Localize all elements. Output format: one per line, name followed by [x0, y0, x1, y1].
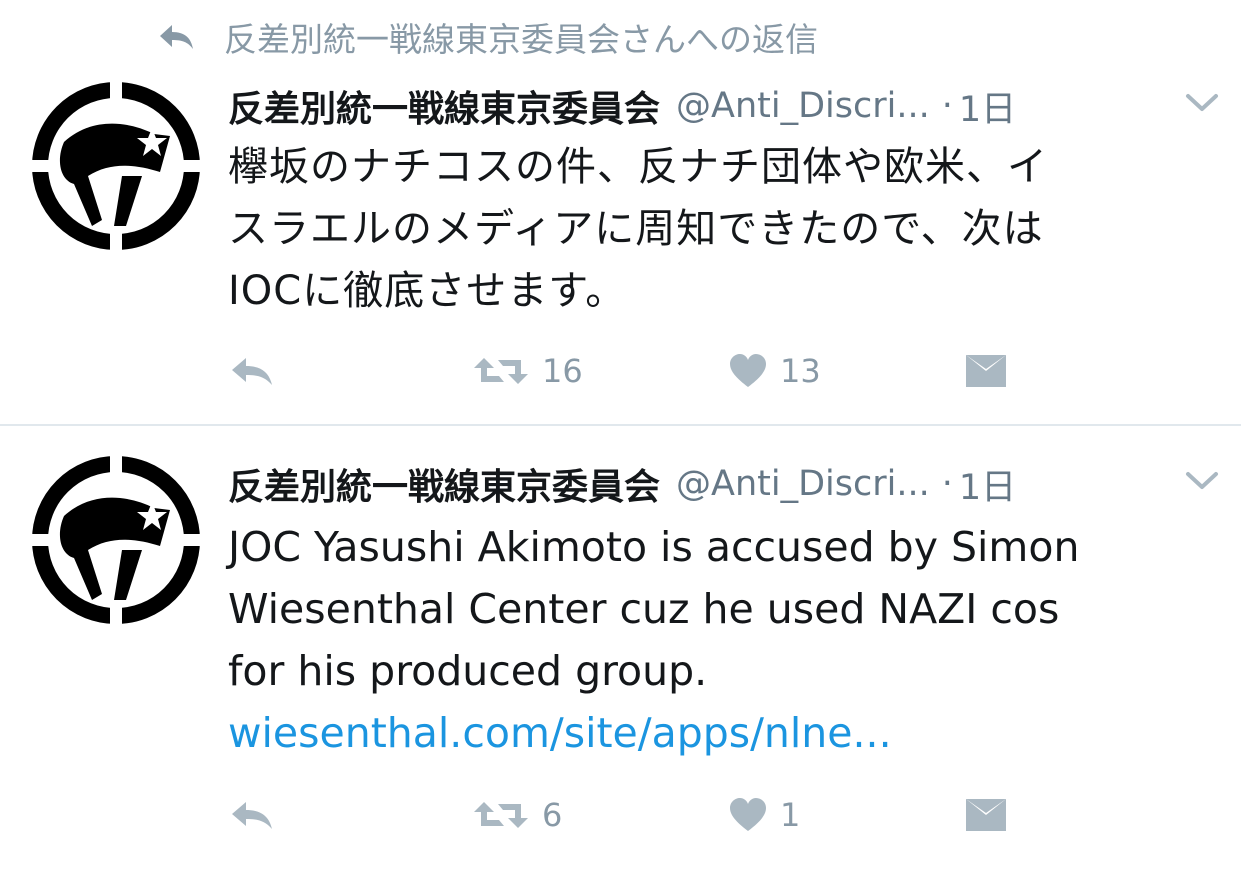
avatar[interactable]	[30, 454, 202, 626]
heart-icon	[730, 798, 766, 831]
like-count: 13	[780, 352, 821, 390]
envelope-icon	[966, 355, 1006, 387]
antifa-logo-icon	[30, 80, 202, 252]
tweet-text-line: JOC Yasushi Akimoto is accused by Simon	[228, 523, 1080, 571]
display-name[interactable]: 反差別統一戦線東京委員会	[228, 80, 660, 132]
retweet-button[interactable]: 16	[472, 346, 583, 396]
antifa-logo-icon	[30, 454, 202, 626]
reply-button[interactable]	[228, 790, 276, 840]
tweet-header: 反差別統一戦線東京委員会 @Anti_Discri... · 1日	[228, 456, 1221, 512]
tweet-text: 欅坂のナチコスの件、反ナチ団体や欧米、イ スラエルのメディアに周知できたので、次…	[228, 136, 1218, 322]
tweet-actions: 6 1	[228, 790, 1028, 840]
reply-context[interactable]: 反差別統一戦線東京委員会さんへの返信	[158, 12, 818, 62]
tweet-actions: 16 13	[228, 346, 1028, 396]
chevron-down-icon[interactable]	[1185, 92, 1219, 114]
chevron-down-icon[interactable]	[1185, 470, 1219, 492]
user-handle[interactable]: @Anti_Discri...	[676, 464, 930, 504]
retweet-button[interactable]: 6	[472, 790, 562, 840]
tweet-text-line: 欅坂のナチコスの件、反ナチ団体や欧米、イ	[228, 144, 1048, 190]
retweet-icon	[474, 358, 528, 384]
avatar[interactable]	[30, 80, 202, 252]
tweet[interactable]: 反差別統一戦線東京委員会 @Anti_Discri... · 1日 欅坂のナチコ…	[0, 62, 1241, 426]
tweet-text-line: スラエルのメディアに周知できたので、次は	[228, 206, 1044, 252]
reply-button[interactable]	[228, 346, 276, 396]
direct-message-button[interactable]	[964, 346, 1008, 396]
tweet[interactable]: 反差別統一戦線東京委員会 @Anti_Discri... · 1日 JOC Ya…	[0, 426, 1241, 883]
tweet-header: 反差別統一戦線東京委員会 @Anti_Discri... · 1日	[228, 78, 1221, 134]
tweet-text-line: Wiesenthal Center cuz he used NAZI cos	[228, 585, 1060, 633]
reply-icon	[232, 802, 272, 829]
envelope-icon	[966, 799, 1006, 831]
timestamp[interactable]: 1日	[959, 459, 1016, 510]
like-button[interactable]: 1	[728, 790, 800, 840]
like-count: 1	[780, 796, 801, 834]
display-name[interactable]: 反差別統一戦線東京委員会	[228, 458, 660, 510]
reply-context-text: 反差別統一戦線東京委員会さんへの返信	[224, 20, 818, 59]
separator-dot: ·	[941, 464, 953, 504]
retweet-icon	[474, 802, 528, 828]
separator-dot: ·	[941, 86, 953, 126]
tweet-link[interactable]: wiesenthal.com/site/apps/nlne...	[228, 702, 1218, 764]
tweet-text-line: for his produced group.	[228, 647, 708, 695]
retweet-count: 6	[542, 796, 563, 834]
retweet-count: 16	[542, 352, 583, 390]
reply-icon	[232, 358, 272, 385]
timestamp[interactable]: 1日	[959, 81, 1016, 132]
heart-icon	[730, 354, 766, 387]
reply-arrow-icon	[160, 25, 193, 49]
tweet-text: JOC Yasushi Akimoto is accused by Simon …	[228, 516, 1218, 764]
like-button[interactable]: 13	[728, 346, 821, 396]
tweet-text-line: IOCに徹底させます。	[228, 268, 627, 314]
direct-message-button[interactable]	[964, 790, 1008, 840]
user-handle[interactable]: @Anti_Discri...	[676, 86, 930, 126]
